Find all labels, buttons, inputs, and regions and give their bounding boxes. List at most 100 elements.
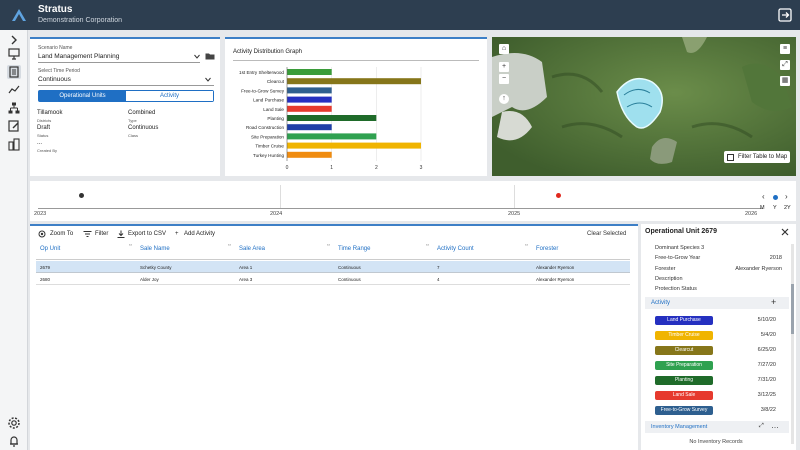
export-csv-button[interactable]: Export to CSV [128,231,166,237]
time-period-select[interactable]: Continuous [38,76,71,83]
scale-month[interactable]: M [760,205,765,211]
tab-activity[interactable]: Activity [126,91,213,101]
timeline-next-icon[interactable]: › [785,192,788,201]
type-label: Type [128,118,137,123]
sort-icon[interactable]: ⇔ [128,242,133,248]
column-header-op-unit[interactable]: Op Unit [40,246,60,252]
sort-icon[interactable]: ⇔ [227,242,232,248]
document-list-icon[interactable] [7,65,21,79]
map-grid-icon[interactable]: ▦ [780,76,790,86]
activity-pill[interactable]: Land Purchase [655,316,713,325]
scenario-name-select[interactable]: Land Management Planning [38,53,119,60]
activity-bar-chart: 0 1 2 3 1st Entry Shelterwood Clearcut Free-to… [239,67,423,171]
activity-pill[interactable]: Site Preparation [655,361,713,370]
column-header-activity-count[interactable]: Activity Count [437,246,474,252]
column-header-sale-area[interactable]: Sale Area [239,246,265,252]
buildings-icon[interactable] [7,137,21,151]
chevron-right-icon[interactable] [7,33,21,47]
column-header-sale-name[interactable]: Sale Name [140,246,170,252]
chevron-down-icon[interactable] [205,77,211,82]
detail-scrollbar-thumb[interactable] [791,284,794,334]
timeline-prev-icon[interactable]: ‹ [762,192,765,201]
chevron-down-icon[interactable] [194,54,200,59]
monitor-icon[interactable] [7,47,21,61]
bar-1st-entry-shelterwood[interactable] [287,69,332,75]
timeline[interactable]: 2023 2024 2025 2026 ‹ › M Y 2Y [30,181,796,221]
trend-chart-icon[interactable] [7,83,21,97]
app-subtitle: Demonstration Corporation [38,17,123,24]
scale-year[interactable]: Y [773,205,777,211]
map-layers-icon[interactable]: ⌂ [499,44,509,54]
stratus-logo-icon [12,9,26,21]
timeline-event-dot[interactable] [79,193,84,198]
prop-value: Alexander Ryerson [735,266,782,272]
app-root: Stratus Demonstration Corporation Scenar… [0,0,800,450]
add-activity-button[interactable]: Add Activity [184,231,215,237]
activity-pill[interactable]: Timber Cruise [655,331,713,340]
clear-selected-button[interactable]: Clear Selected [587,231,626,237]
district-label: Districts [37,118,52,123]
gear-icon[interactable] [7,416,21,430]
timeline-today-dot[interactable] [773,195,778,200]
hierarchy-icon[interactable] [7,101,21,115]
filter-checkbox[interactable] [727,154,734,161]
bar-land-sale[interactable] [287,105,332,112]
activity-pill[interactable]: Free-to-Grow Survey [655,406,713,415]
map-list-icon[interactable]: ≡ [780,44,790,54]
zoom-to-button[interactable]: Zoom To [50,231,73,237]
table-cell: Continuous [338,265,361,270]
timeline-year: 2024 [270,211,283,217]
table-row[interactable]: 2679 Schetky County Area 1 Continuous 7 … [36,261,630,273]
activity-pill[interactable]: Land Sale [655,391,713,400]
scenario-name-label: Scenario Name [38,45,73,51]
table-cell: Area 3 [239,277,253,282]
timeline-divider [280,185,281,208]
edit-document-icon[interactable] [7,119,21,133]
category-label: Clearcut [267,79,285,84]
activity-pill[interactable]: Clearcut [655,346,713,355]
filter-button[interactable]: Filter [95,231,108,237]
zoom-out-icon[interactable]: − [499,74,509,84]
category-label: Free-to-Grow Survey [241,88,285,93]
bar-site-preparation[interactable] [287,133,377,140]
operational-unit-detail-panel: Operational Unit 2679 Dominant Species 3… [641,224,796,450]
timeline-event-dot[interactable] [556,193,561,198]
category-label: Site Preparation [251,134,284,139]
more-options-icon[interactable]: … [771,421,779,430]
add-activity-icon[interactable]: + [771,297,776,307]
sort-icon[interactable]: ⇔ [524,242,529,248]
x-tick-label: 1 [330,165,333,171]
scale-two-year[interactable]: 2Y [784,205,791,211]
activity-pill[interactable]: Planting [655,376,713,385]
bar-land-purchase[interactable] [287,96,332,103]
bar-road-construction[interactable] [287,124,332,131]
timeline-axis [38,208,763,209]
bar-turkey-hunting[interactable] [287,151,332,158]
activity-date: 7/27/20 [757,362,776,368]
bar-free-to-grow-survey[interactable] [287,87,332,94]
table-row[interactable]: 2680 Alder Joy Area 3 Continuous 4 Alexa… [36,273,630,285]
sort-icon[interactable]: ⇔ [425,242,430,248]
bell-icon[interactable] [7,434,21,448]
bar-timber-cruise[interactable] [287,142,421,149]
filter-table-to-map-toggle[interactable]: Filter Table to Map [724,151,790,163]
close-icon[interactable] [781,228,789,236]
inventory-expand-icon[interactable]: ⤢ [759,423,764,430]
bar-planting[interactable] [287,115,377,121]
zoom-in-icon[interactable]: + [499,62,509,72]
timeline-year: 2023 [34,211,47,217]
target-icon [38,230,46,238]
class-label: Class [128,133,139,138]
column-header-time-range[interactable]: Time Range [338,246,370,252]
bar-clearcut[interactable] [287,78,421,85]
operational-units-table-panel: Zoom To Filter Export to CSV + Add Activ… [30,224,638,450]
column-header-forester[interactable]: Forester [536,246,558,252]
tab-operational-units[interactable]: Operational Units [39,91,126,101]
detail-scrollbar[interactable] [791,244,794,444]
folder-icon[interactable] [205,52,215,60]
compass-icon[interactable]: ↑ [499,94,509,104]
map-view[interactable]: ⌂ + − ↑ ≡ ⤢ ▦ Filter Table to Map [492,37,796,176]
sort-icon[interactable]: ⇔ [326,242,331,248]
map-expand-icon[interactable]: ⤢ [780,60,790,70]
logout-icon[interactable] [778,8,792,22]
